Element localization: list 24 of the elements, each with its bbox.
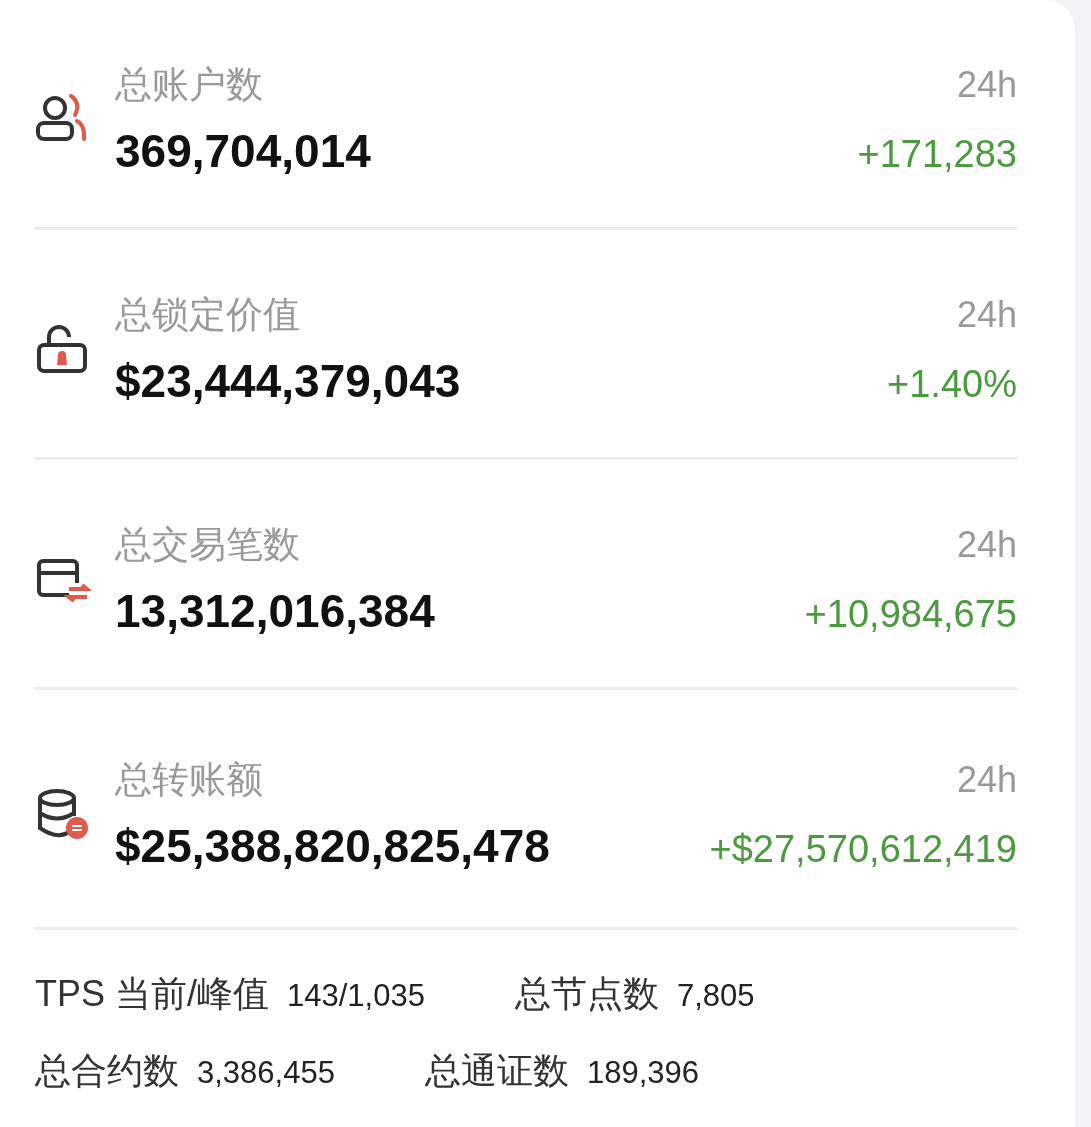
period-label: 24h [956, 63, 1017, 106]
period-label: 24h [956, 523, 1017, 566]
stat-value: 3,386,455 [197, 1055, 335, 1091]
stat-label: 总合约数 [35, 1049, 179, 1093]
metric-value: $25,388,820,825,478 [115, 818, 550, 873]
stat-label: 总通证数 [424, 1049, 569, 1093]
change-value: +171,283 [857, 132, 1017, 176]
stat-value: 7,805 [676, 978, 755, 1014]
metric-value: 13,312,016,384 [115, 583, 435, 638]
period-label: 24h [956, 758, 1017, 801]
stat-label: 总节点数 [514, 972, 659, 1016]
metric-label: 总账户数 [115, 62, 263, 107]
metric-label: 总锁定价值 [115, 292, 300, 337]
metric-label: 总转账额 [115, 757, 263, 802]
stat-value: 189,396 [586, 1055, 699, 1091]
metric-label: 总交易笔数 [115, 522, 300, 567]
metric-value: $23,444,379,043 [115, 353, 461, 408]
period-label: 24h [956, 293, 1017, 336]
change-value: +$27,570,612,419 [709, 827, 1017, 871]
stat-label: TPS 当前/峰值 [35, 972, 270, 1016]
change-value: +10,984,675 [804, 592, 1017, 636]
stat-value: 143/1,035 [287, 978, 425, 1014]
metric-value: 369,704,014 [115, 123, 371, 178]
change-value: +1.40% [887, 362, 1017, 406]
